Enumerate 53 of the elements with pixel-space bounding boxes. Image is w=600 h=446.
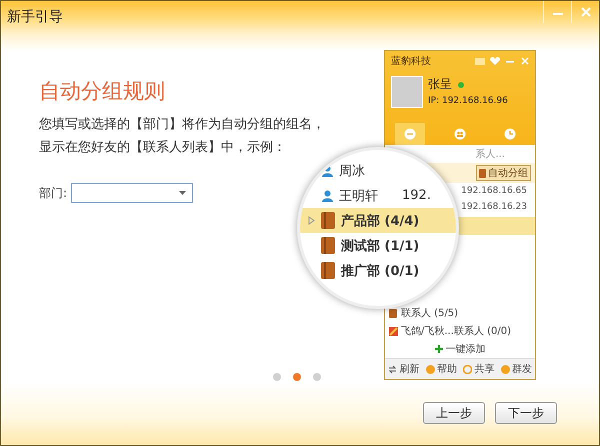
heart-icon[interactable] <box>489 56 501 66</box>
book-icon <box>389 308 398 318</box>
group-row[interactable]: 测试部 (1/1) <box>300 233 456 258</box>
avatar-placeholder <box>391 76 423 108</box>
add-button[interactable]: 一键添加 <box>385 340 535 358</box>
app-name: 蓝豹科技 <box>391 54 432 68</box>
book-icon <box>321 237 335 254</box>
contact-group[interactable]: 飞鸽/飞秋...联系人 (0/0) <box>385 322 535 340</box>
close-icon[interactable] <box>519 56 531 66</box>
user-name: 张呈 <box>428 76 452 93</box>
guide-heading: 自动分组规则 <box>39 78 166 105</box>
help-button[interactable]: 帮助 <box>426 362 457 376</box>
auto-group-button[interactable]: 自动分组 <box>476 165 531 181</box>
broadcast-icon <box>500 364 510 374</box>
department-combobox[interactable] <box>71 183 194 203</box>
book-icon <box>321 212 335 229</box>
chat-bubble-icon <box>404 128 416 140</box>
description-text: 显示在您好友的【联系人列表】中，示例： <box>39 139 287 157</box>
share-icon <box>463 364 472 374</box>
people-icon <box>454 128 466 140</box>
contact-ip: 192.168.16.23 <box>461 202 527 212</box>
refresh-button[interactable]: 刷新 <box>388 362 420 376</box>
group-row[interactable]: 推广部 (0/1) <box>300 258 456 283</box>
person-icon <box>322 164 333 176</box>
book-icon <box>479 168 486 178</box>
contact-group[interactable]: 联系人 (5/5) <box>385 304 535 322</box>
pager-dot[interactable] <box>313 373 321 381</box>
expand-caret-icon <box>308 216 315 225</box>
description-text: 您填写或选择的【部门】将作为自动分组的组名， <box>39 116 326 134</box>
nav-tab[interactable] <box>395 123 425 145</box>
clock-icon <box>504 128 516 140</box>
contact-ip: 192. <box>402 188 431 203</box>
close-icon <box>580 7 590 17</box>
broadcast-button[interactable]: 群发 <box>500 362 532 376</box>
share-button[interactable]: 共享 <box>463 362 494 376</box>
refresh-icon <box>388 364 398 374</box>
contact-row[interactable]: 周冰 <box>300 158 365 183</box>
caret-icon <box>179 191 186 195</box>
book-icon <box>321 262 335 279</box>
window-title: 新手引导 <box>6 8 64 26</box>
ip-address: IP: 192.168.16.96 <box>428 96 508 106</box>
step-button[interactable]: 下一步 <box>495 402 557 424</box>
step-button[interactable]: 上一步 <box>423 402 485 424</box>
help-icon <box>426 364 435 374</box>
contact-ip: 192.168.16.65 <box>461 186 527 196</box>
plus-icon <box>434 345 442 353</box>
pager-dot[interactable] <box>293 373 301 381</box>
contact-row[interactable]: 王明轩 192. <box>300 183 445 208</box>
person-icon <box>322 190 333 202</box>
group-row[interactable]: 产品部 (4/4) <box>300 208 456 233</box>
pager-dot[interactable] <box>273 373 281 381</box>
field-label: 部门: <box>39 184 68 202</box>
flag-icon <box>389 326 398 336</box>
